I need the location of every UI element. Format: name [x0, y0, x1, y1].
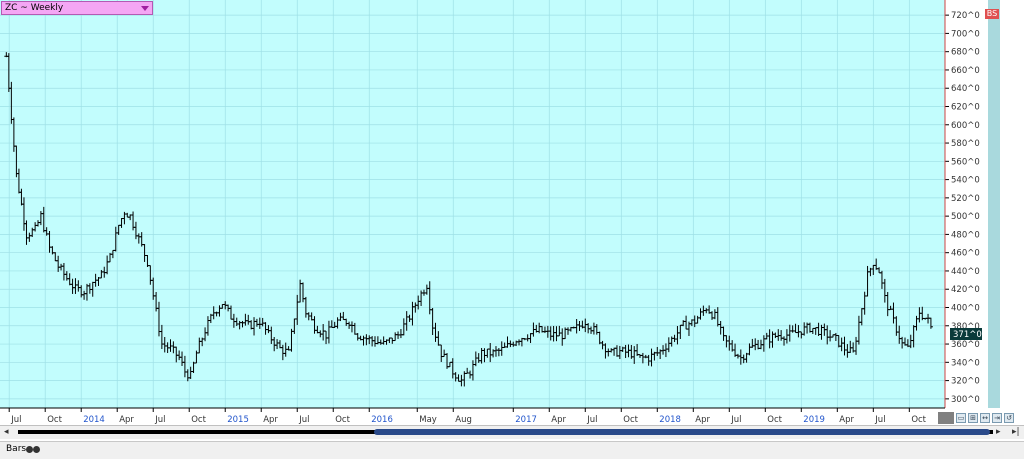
x-tick-label: Jul	[586, 415, 597, 425]
status-bar	[0, 441, 1024, 459]
y-tick-label: 440^0	[951, 267, 980, 277]
x-tick-label: Jul	[298, 415, 309, 425]
x-tick-label: Apr	[695, 415, 710, 425]
y-tick-label: 300^0	[951, 395, 980, 405]
y-tick-label: 520^0	[951, 194, 980, 204]
zoom-fit-icon[interactable]: ⊞	[968, 413, 978, 423]
x-tick-label: Jul	[154, 415, 165, 425]
y-tick-label: 420^0	[951, 285, 980, 295]
zoom-out-icon[interactable]: ▭	[956, 413, 966, 423]
y-tick-label: 540^0	[951, 176, 980, 186]
x-tick-label: Aug	[455, 415, 472, 425]
y-tick-label: 720^0	[951, 11, 980, 21]
y-tick-label: 660^0	[951, 66, 980, 76]
scroll-left-icon[interactable]: ◂	[4, 427, 9, 437]
x-tick-label: Oct	[911, 415, 926, 425]
plot-background	[0, 0, 945, 408]
y-tick-label: 620^0	[951, 103, 980, 113]
zoom-in-icon[interactable]: ↔	[980, 413, 990, 423]
x-tick-label: 2017	[515, 415, 537, 425]
y-tick-label: 680^0	[951, 48, 980, 58]
x-tick-label: Apr	[119, 415, 134, 425]
x-tick-label: 2016	[371, 415, 393, 425]
x-tick-label: 2014	[83, 415, 105, 425]
y-tick-label: 600^0	[951, 121, 980, 131]
y-tick-label: 480^0	[951, 230, 980, 240]
status-dot-icon[interactable]	[26, 446, 33, 453]
y-tick-label: 700^0	[951, 29, 980, 39]
price-chart: 300^0320^0340^0360^0380^0400^0420^0440^0…	[0, 0, 1000, 425]
y-tick-label: 500^0	[951, 212, 980, 222]
x-tick-label: 2018	[659, 415, 681, 425]
x-tick-label: 2019	[803, 415, 825, 425]
chart-title-dropdown[interactable]: ZC ~ Weekly	[1, 1, 153, 15]
x-tick-label: Oct	[191, 415, 206, 425]
y-tick-label: 580^0	[951, 139, 980, 149]
y-tick-label: 460^0	[951, 249, 980, 259]
x-tick-label: Oct	[47, 415, 62, 425]
scroll-end-icon[interactable]: ⇥	[992, 413, 1002, 423]
status-label: Bars	[6, 444, 27, 454]
x-tick-label: Oct	[767, 415, 782, 425]
scroll-right-icon[interactable]: ▸	[996, 427, 1001, 437]
x-tick-label: Jul	[730, 415, 741, 425]
y-tick-label: 560^0	[951, 157, 980, 167]
x-tick-label: May	[419, 415, 437, 425]
dropdown-arrow-icon[interactable]	[141, 6, 149, 11]
scale-strip	[988, 0, 1000, 408]
y-tick-label: 360^0	[951, 340, 980, 350]
reset-icon[interactable]: ↺	[1004, 413, 1014, 423]
y-tick-label: 640^0	[951, 84, 980, 94]
x-tick-label: 2015	[227, 415, 249, 425]
x-tick-label: Oct	[623, 415, 638, 425]
scale-badge[interactable]: BS	[985, 9, 999, 19]
corner-box	[938, 412, 954, 424]
x-tick-label: Oct	[335, 415, 350, 425]
status-dot-icon[interactable]	[33, 446, 40, 453]
scroll-end-arrow-icon[interactable]: ▸|	[1012, 427, 1020, 437]
y-tick-label: 400^0	[951, 304, 980, 314]
x-tick-label: Apr	[263, 415, 278, 425]
scroll-thumb[interactable]	[374, 429, 990, 435]
y-tick-label: 340^0	[951, 358, 980, 368]
chart-title: ZC ~ Weekly	[5, 3, 64, 13]
chart-area: 300^0 320^0 340^0 360^0 380^0 400^0 420^0 440^0…	[0, 0, 1024, 459]
x-tick-label: Jul	[874, 415, 885, 425]
x-tick-label: Apr	[551, 415, 566, 425]
y-tick-label: 320^0	[951, 377, 980, 387]
x-tick-label: Jul	[10, 415, 21, 425]
x-tick-label: Apr	[839, 415, 854, 425]
last-price-label: 371^0	[953, 330, 982, 340]
